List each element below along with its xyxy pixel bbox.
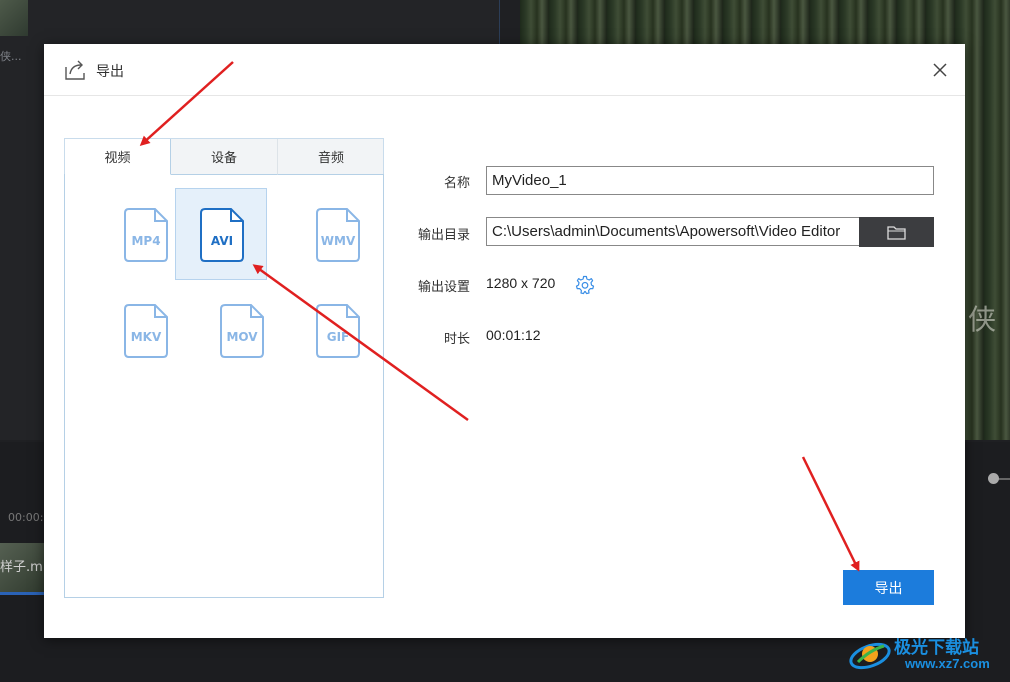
duration-label: 时长 <box>443 332 470 347</box>
watermark-text: 极光下载站 <box>894 638 979 658</box>
format-tabs: 视频 设备 音频 <box>64 138 384 175</box>
format-label: MKV <box>130 330 162 344</box>
folder-icon <box>887 226 906 240</box>
format-option-mov[interactable]: MOV <box>196 285 288 377</box>
duration-value: 00:01:12 <box>486 327 541 343</box>
export-icon <box>65 60 85 80</box>
output-dir-input[interactable] <box>486 217 860 246</box>
timeline-clip-label: 样子.m <box>0 560 43 575</box>
close-icon[interactable] <box>928 58 952 82</box>
dialog-title: 导出 <box>96 64 124 80</box>
media-thumbnail-label: 侠... <box>0 50 22 63</box>
media-thumbnail[interactable] <box>0 0 28 36</box>
format-label: AVI <box>210 234 234 248</box>
watermark-url: www.xz7.com <box>905 656 990 671</box>
tab-audio[interactable]: 音频 <box>278 139 384 175</box>
zoom-slider-knob[interactable] <box>988 473 999 484</box>
name-input[interactable] <box>486 166 934 195</box>
output-settings-value: 1280 x 720 <box>486 275 556 291</box>
output-dir-label: 输出目录 <box>417 228 470 243</box>
preview-overlay-text: 侠 <box>968 303 997 336</box>
export-dialog: 导出 视频 设备 音频 MP4 AVI WMV MKV MOV GIF 名称 M… <box>44 44 965 638</box>
gear-icon[interactable] <box>575 275 595 295</box>
dialog-header: 导出 <box>44 44 965 96</box>
format-panel: MP4 AVI WMV MKV MOV GIF <box>64 174 384 598</box>
tab-video[interactable]: 视频 <box>65 139 171 175</box>
format-option-avi[interactable]: AVI <box>175 188 267 280</box>
name-label: 名称 <box>443 176 470 191</box>
tab-device[interactable]: 设备 <box>171 139 278 175</box>
format-label: MOV <box>226 330 258 344</box>
export-button[interactable]: 导出 <box>843 570 934 605</box>
output-settings-label: 输出设置 <box>417 280 470 295</box>
browse-folder-button[interactable] <box>859 217 934 247</box>
format-option-mkv[interactable]: MKV <box>100 285 192 377</box>
